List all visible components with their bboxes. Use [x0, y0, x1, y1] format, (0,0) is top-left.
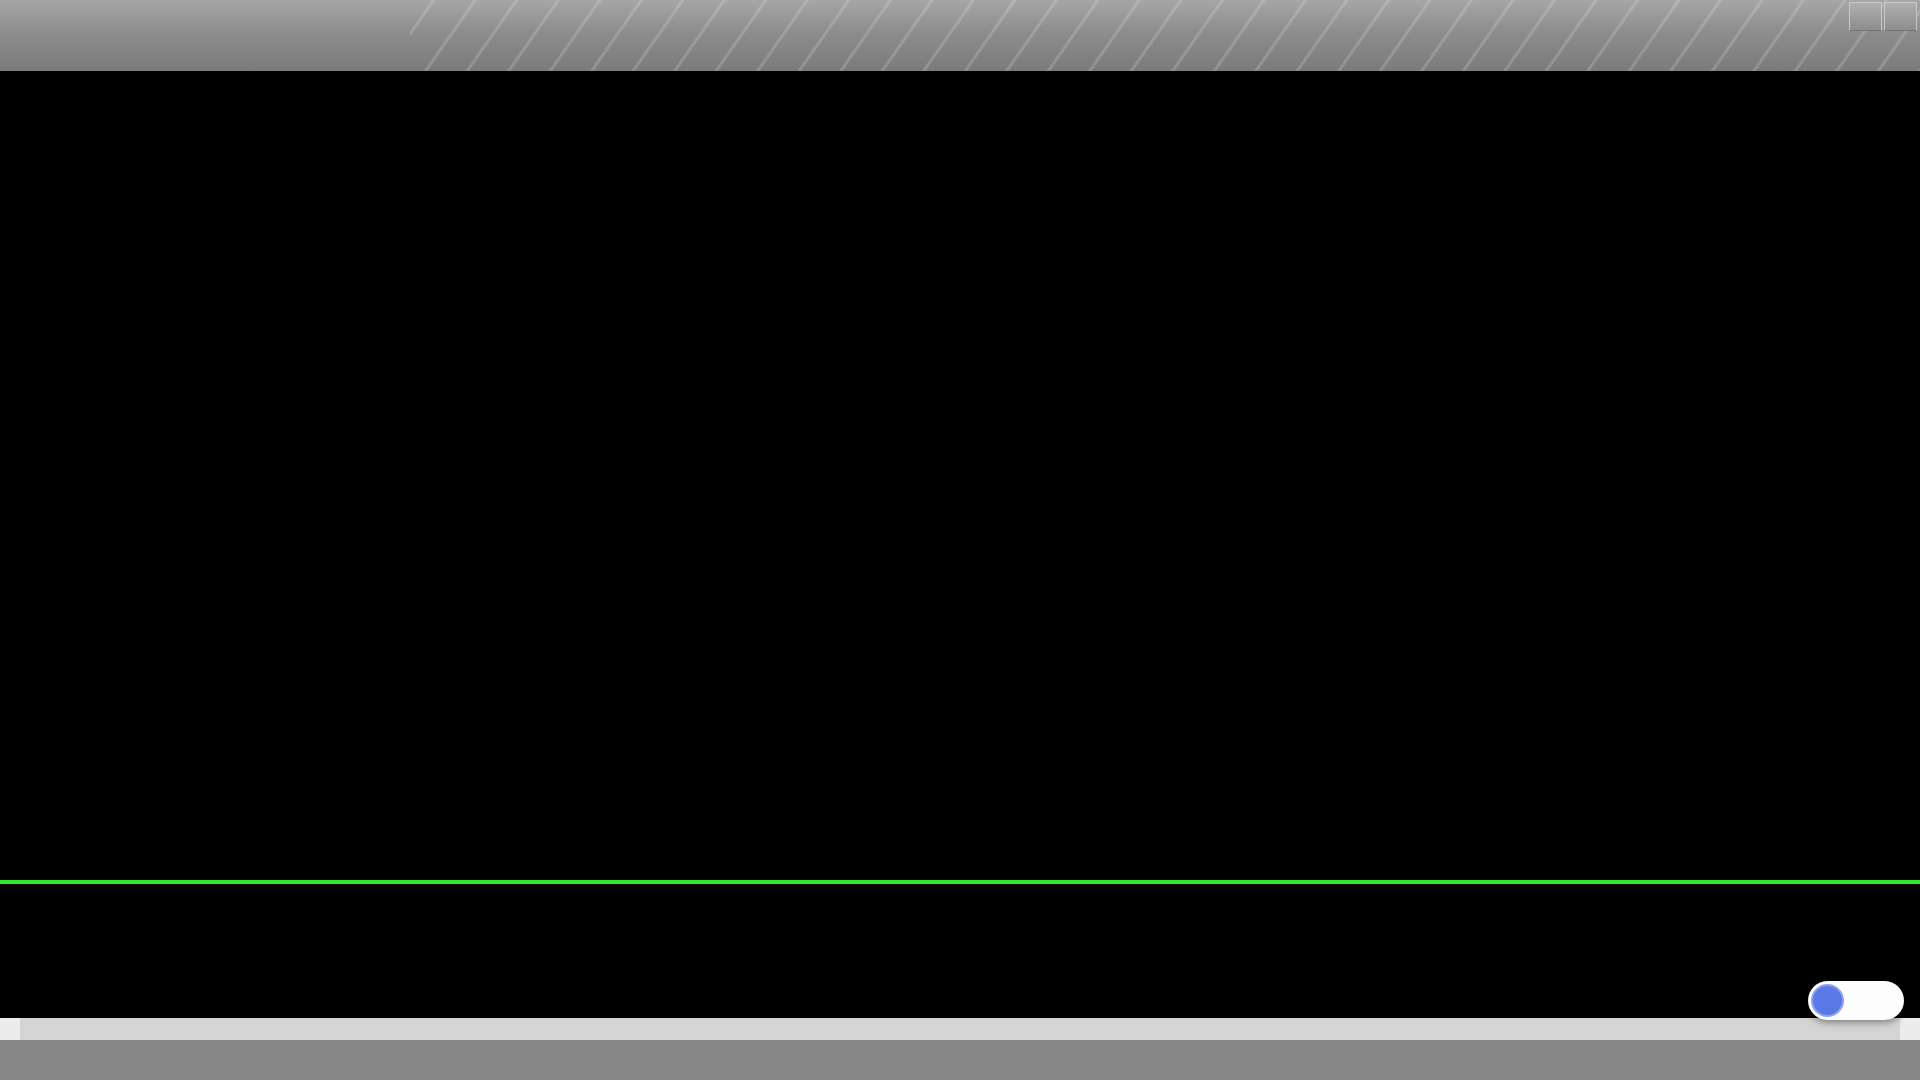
- nesting-canvas[interactable]: [0, 71, 1920, 880]
- horizontal-scrollbar[interactable]: [0, 1018, 1920, 1040]
- main-window: [0, 0, 1920, 1080]
- window-controls: [1849, 2, 1917, 31]
- scroll-right-arrow-icon[interactable]: [1900, 1018, 1920, 1040]
- minimize-button[interactable]: [1849, 2, 1882, 31]
- progress-circle: [1811, 984, 1844, 1017]
- parts-strip: [0, 880, 1920, 1005]
- close-button[interactable]: [1884, 2, 1917, 31]
- progress-badge: [1808, 981, 1904, 1020]
- toolbar: [0, 0, 1920, 72]
- scroll-left-arrow-icon[interactable]: [0, 1018, 20, 1040]
- titlebar-texture: [410, 0, 1920, 71]
- status-bar: [0, 1040, 1920, 1080]
